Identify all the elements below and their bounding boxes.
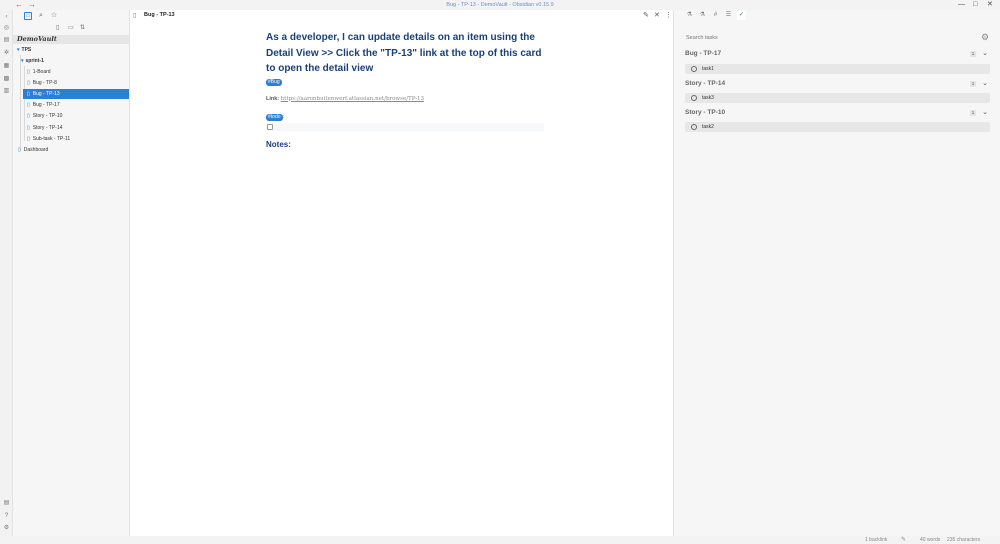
search-tab-icon[interactable]: ⌕ bbox=[37, 12, 45, 20]
task-checkbox[interactable] bbox=[267, 123, 273, 130]
close-tab-icon[interactable]: ✕ bbox=[654, 11, 660, 19]
tree-indent-guide bbox=[20, 55, 21, 151]
link-line: Link: https://aaronbuitenwerf.atlassian.… bbox=[266, 96, 544, 102]
file-icon: ▯ bbox=[133, 13, 137, 19]
editor-pane: ▯ Bug - TP-13 ✎ ✕ ⋮ As a developer, I ca… bbox=[130, 10, 672, 536]
chevron-down-icon: ▾ bbox=[17, 47, 20, 53]
new-note-icon[interactable]: ▯ bbox=[56, 24, 59, 31]
search-tasks-input[interactable]: Search tasks bbox=[686, 33, 976, 43]
backlinks-count[interactable]: 1 backlink bbox=[865, 536, 887, 544]
tree-file-bug-tp-13[interactable]: ▯ Bug - TP-13 bbox=[23, 89, 129, 99]
edit-mode-icon[interactable]: ✎ bbox=[643, 11, 649, 19]
right-panel-tabs: ⚗ ⚗ # ☰ ✓ bbox=[674, 10, 1000, 22]
file-icon: ▯ bbox=[27, 113, 30, 119]
chevron-down-icon: ▾ bbox=[21, 58, 24, 64]
tree-file-story-tp-10[interactable]: ▯ Story - TP-10 bbox=[26, 111, 126, 121]
left-ribbon: ‹ ◎ ▤ ✲ ▦ ▩ ▥ ▤ ? ⚙ bbox=[0, 10, 13, 536]
outline-tab-icon[interactable]: ☰ bbox=[724, 11, 733, 20]
task-complete-circle-icon[interactable] bbox=[691, 66, 697, 72]
chevron-down-icon[interactable]: ⌄ bbox=[982, 108, 988, 116]
file-icon: ▯ bbox=[27, 102, 30, 108]
task-complete-circle-icon[interactable] bbox=[691, 95, 697, 101]
tree-file-bug-tp-8[interactable]: ▯ Bug - TP-8 bbox=[26, 78, 126, 88]
word-count: 40 words bbox=[920, 537, 941, 543]
explorer-actions: ▯ ▭ ⇅ bbox=[13, 22, 130, 34]
close-window-button[interactable]: ✕ bbox=[987, 0, 993, 10]
task-row[interactable]: task3 bbox=[685, 93, 990, 103]
title-bar: ← → Bug - TP-13 - DemoVault - Obsidian v… bbox=[0, 0, 1000, 10]
tag-bug[interactable]: #Bug bbox=[266, 78, 282, 86]
file-explorer-sidebar: ▭ ⌕ ☆ ▯ ▭ ⇅ DemoVault ▾ TPS ▾ sprint-1 ▯ 1-… bbox=[13, 10, 130, 536]
new-folder-icon[interactable]: ▭ bbox=[68, 24, 74, 31]
files-tab-icon[interactable]: ▭ bbox=[24, 12, 32, 20]
note-heading[interactable]: As a developer, I can update details on … bbox=[266, 30, 544, 77]
file-icon: ▯ bbox=[18, 147, 21, 153]
task-complete-circle-icon[interactable] bbox=[691, 124, 697, 130]
link-label: Link: bbox=[266, 95, 280, 102]
tree-file-1-board[interactable]: ▯ 1-Board bbox=[26, 67, 126, 77]
tree-folder-sprint-1[interactable]: ▾ sprint-1 bbox=[21, 56, 127, 66]
bookmarks-tab-icon[interactable]: ☆ bbox=[50, 12, 58, 20]
tags-tab-icon[interactable]: # bbox=[711, 11, 720, 20]
file-icon: ▯ bbox=[27, 69, 30, 75]
tag-todo[interactable]: #todo bbox=[266, 113, 283, 121]
chevron-down-icon[interactable]: ⌄ bbox=[982, 79, 988, 87]
help-icon[interactable]: ? bbox=[3, 513, 10, 520]
sidebar-tabs: ▭ ⌕ ☆ bbox=[13, 10, 130, 22]
minimize-button[interactable]: — bbox=[958, 0, 965, 10]
backlinks-tab-icon[interactable]: ⚗ bbox=[685, 11, 694, 20]
maximize-button[interactable]: □ bbox=[973, 0, 977, 10]
tree-folder-tps[interactable]: ▾ TPS bbox=[17, 45, 127, 55]
chevron-down-icon[interactable]: ⌄ bbox=[982, 49, 988, 57]
character-count: 235 characters bbox=[947, 537, 981, 543]
task-group-header[interactable]: Bug - TP-17 1 ⌄ bbox=[685, 49, 990, 59]
task-group-header[interactable]: Story - TP-14 1 ⌄ bbox=[685, 79, 990, 89]
pencil-icon[interactable]: ✎ bbox=[901, 536, 906, 544]
task-count-badge: 1 bbox=[970, 81, 976, 87]
daily-note-icon[interactable]: ▦ bbox=[3, 63, 10, 70]
task-count-badge: 1 bbox=[970, 51, 976, 57]
tasks-panel: ⚗ ⚗ # ☰ ✓ Search tasks ⚙ Bug - TP-17 1 ⌄… bbox=[673, 10, 1000, 536]
settings-gear-icon[interactable]: ⚙ bbox=[981, 32, 989, 43]
outgoing-links-tab-icon[interactable]: ⚗ bbox=[698, 11, 707, 20]
vault-switcher-icon[interactable]: ▤ bbox=[3, 500, 10, 507]
tree-file-sub-task-tp-11[interactable]: ▯ Sub-task - TP-11 bbox=[26, 134, 126, 144]
task-group-header[interactable]: Story - TP-10 1 ⌄ bbox=[685, 108, 990, 118]
file-icon: ▯ bbox=[27, 80, 30, 86]
tree-indent-guide bbox=[24, 66, 25, 141]
open-quick-switcher-icon[interactable]: ▤ bbox=[3, 37, 10, 44]
tree-file-bug-tp-17[interactable]: ▯ Bug - TP-17 bbox=[26, 100, 126, 110]
vault-name[interactable]: DemoVault bbox=[13, 35, 130, 44]
task-count-badge: 1 bbox=[970, 110, 976, 116]
graph-view-icon[interactable]: ◎ bbox=[3, 25, 10, 32]
status-bar: 1 backlink ✎ 40 words 235 characters bbox=[0, 536, 1000, 544]
command-palette-icon[interactable]: ▩ bbox=[3, 76, 10, 83]
window-title: Bug - TP-13 - DemoVault - Obsidian v0.15… bbox=[446, 2, 554, 8]
task-list-item bbox=[266, 122, 544, 131]
canvas-icon[interactable]: ✲ bbox=[3, 50, 10, 57]
task-row[interactable]: task1 bbox=[685, 64, 990, 74]
jira-link[interactable]: https://aaronbuitenwerf.atlassian.net/br… bbox=[281, 96, 424, 102]
note-tab-title[interactable]: Bug - TP-13 bbox=[144, 12, 175, 18]
notes-heading: Notes: bbox=[266, 139, 291, 149]
editor-header: ▯ Bug - TP-13 ✎ ✕ ⋮ bbox=[130, 10, 672, 21]
kanban-icon[interactable]: ▥ bbox=[3, 88, 10, 95]
collapse-sidebar-icon[interactable]: ‹ bbox=[3, 14, 10, 21]
more-options-icon[interactable]: ⋮ bbox=[665, 11, 672, 19]
settings-gear-icon[interactable]: ⚙ bbox=[3, 525, 10, 532]
file-icon: ▯ bbox=[27, 125, 30, 131]
note-content: As a developer, I can update details on … bbox=[266, 30, 544, 149]
task-row[interactable]: task2 bbox=[685, 122, 990, 132]
sort-icon[interactable]: ⇅ bbox=[80, 24, 85, 31]
tasks-checkmark-tab-icon[interactable]: ✓ bbox=[737, 11, 746, 20]
file-icon: ▯ bbox=[27, 136, 30, 142]
file-icon: ▯ bbox=[27, 91, 30, 97]
tree-file-story-tp-14[interactable]: ▯ Story - TP-14 bbox=[26, 123, 126, 133]
tree-file-dashboard[interactable]: ▯ Dashboard bbox=[18, 145, 126, 155]
